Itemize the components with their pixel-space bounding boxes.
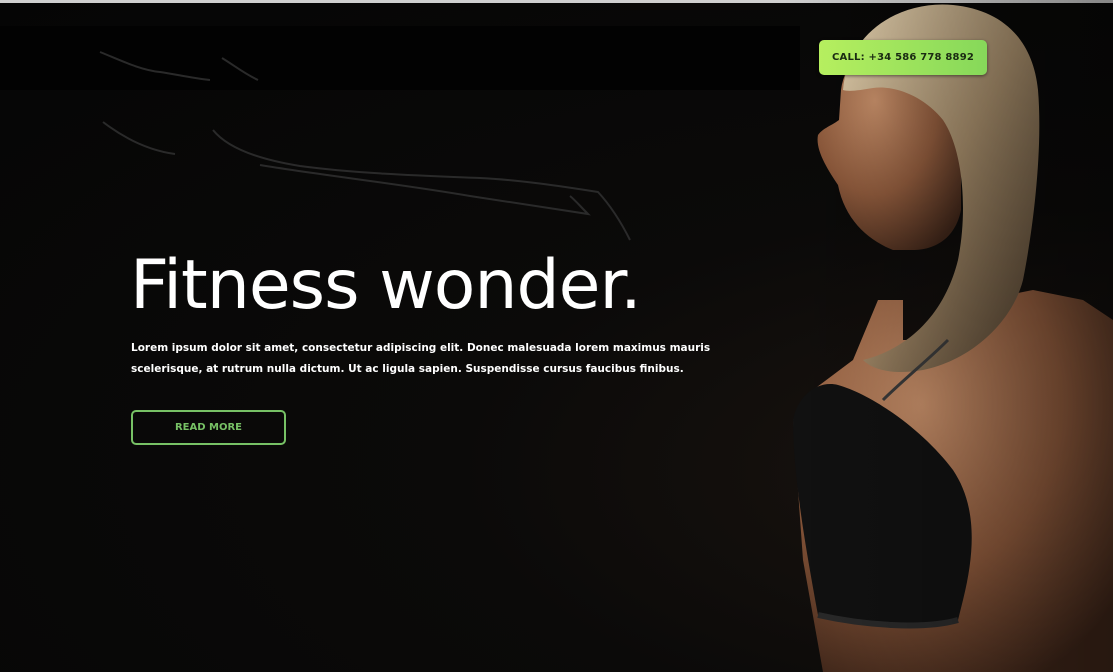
athlete-photo <box>783 0 1113 672</box>
hero-headline: Fitness wonder. <box>130 246 642 325</box>
hero-description: Lorem ipsum dolor sit amet, consectetur … <box>131 342 711 375</box>
scribble-icon <box>99 51 631 241</box>
hero-section: CALL: +34 586 778 8892 Fitness wonder. L… <box>0 0 1113 672</box>
read-more-button[interactable]: READ MORE <box>131 410 286 445</box>
call-button[interactable]: CALL: +34 586 778 8892 <box>819 40 987 75</box>
